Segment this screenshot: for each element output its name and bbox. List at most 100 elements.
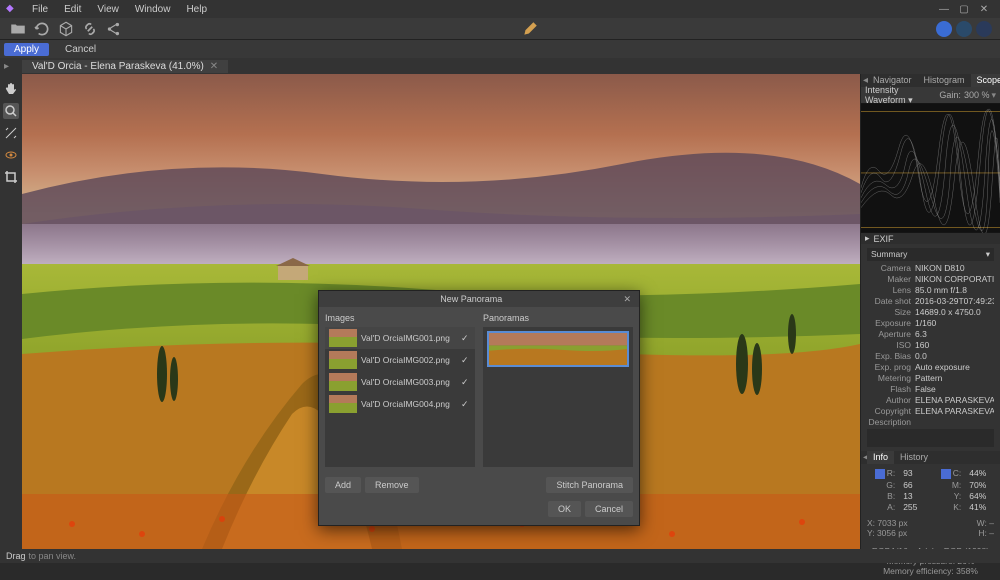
image-row[interactable]: Val'D OrciaIMG003.png✓ <box>325 371 475 393</box>
menu-window[interactable]: Window <box>127 4 179 15</box>
description-field[interactable] <box>867 429 994 447</box>
right-panels: ◂ Navigator Histogram Scope Intensity Wa… <box>860 74 1000 549</box>
info-m: 70% <box>969 480 994 490</box>
remove-button[interactable]: Remove <box>365 477 419 493</box>
exif-value: Pattern <box>915 373 994 383</box>
panorama-thumb[interactable] <box>487 331 629 367</box>
dialog-title: New Panorama <box>323 294 619 304</box>
menu-edit[interactable]: Edit <box>56 4 89 15</box>
image-row[interactable]: Val'D OrciaIMG004.png✓ <box>325 393 475 415</box>
share-icon[interactable] <box>105 20 123 38</box>
exif-row: Date shot2016-03-29T07:49:23 <box>867 296 994 306</box>
exif-row: Copyright ELENA PARASKEVA <box>867 406 994 416</box>
apply-button[interactable]: Apply <box>4 43 49 56</box>
exif-panel-header[interactable]: ▸ EXIF <box>861 233 1000 244</box>
image-thumb <box>329 373 357 391</box>
add-button[interactable]: Add <box>325 477 361 493</box>
exif-value: Auto exposure <box>915 362 994 372</box>
gain-value[interactable]: 300 % <box>964 90 990 100</box>
menu-help[interactable]: Help <box>178 4 215 15</box>
persona-liquify[interactable] <box>956 21 972 37</box>
dialog-close-icon[interactable]: ✕ <box>619 294 635 305</box>
tab-scope[interactable]: Scope <box>971 74 1000 87</box>
whitebalance-tool-icon[interactable] <box>3 125 19 141</box>
window-close[interactable]: ✕ <box>977 2 991 16</box>
info-y: 64% <box>969 491 994 501</box>
exif-key: Exp. prog <box>867 362 911 372</box>
tab-history[interactable]: History <box>894 451 934 464</box>
zoom-tool-icon[interactable] <box>3 103 19 119</box>
panoramas-list[interactable] <box>483 327 633 467</box>
exif-value: 6.3 <box>915 329 994 339</box>
status-hint: to pan view. <box>29 551 77 561</box>
toolbar <box>0 18 1000 40</box>
exif-key: Flash <box>867 384 911 394</box>
info-r: 93 <box>903 468 925 479</box>
exif-row: MakerNIKON CORPORATION <box>867 274 994 284</box>
images-list[interactable]: Val'D OrciaIMG001.png✓Val'D OrciaIMG002.… <box>325 327 475 467</box>
stitch-panorama-button[interactable]: Stitch Panorama <box>546 477 633 493</box>
info-panel: R:93 C:44% G:66 M:70% B:13 Y:64% A:255 K… <box>861 464 1000 542</box>
apply-bar: Apply Cancel <box>0 40 1000 58</box>
exif-value: 2016-03-29T07:49:23 <box>915 296 994 306</box>
exif-value: 85.0 mm f/1.8 <box>915 285 994 295</box>
image-row[interactable]: Val'D OrciaIMG001.png✓ <box>325 327 475 349</box>
dialog-titlebar[interactable]: New Panorama ✕ <box>319 291 639 307</box>
persona-photo[interactable] <box>936 21 952 37</box>
info-b: 13 <box>903 491 925 501</box>
tab-arrow-icon[interactable]: ▸ <box>4 61 9 72</box>
desc-label: Description <box>867 417 911 427</box>
menu-view[interactable]: View <box>89 4 127 15</box>
image-checkbox[interactable]: ✓ <box>461 377 471 388</box>
exif-row: Exp. prog Auto exposure <box>867 362 994 372</box>
ok-button[interactable]: OK <box>548 501 581 517</box>
close-tab-icon[interactable]: ✕ <box>210 61 218 72</box>
exif-value: 1/160 <box>915 318 994 328</box>
exif-key: Copyright <box>867 406 911 416</box>
image-filename: Val'D OrciaIMG004.png <box>361 399 461 409</box>
brush-icon[interactable] <box>521 20 539 38</box>
window-minimize[interactable]: — <box>937 2 951 16</box>
document-tabs: ▸ Val'D Orcia - Elena Paraskeva (41.0%) … <box>0 58 1000 74</box>
exif-row: Exp. Bias 0.0 <box>867 351 994 361</box>
menu-file[interactable]: File <box>24 4 56 15</box>
exif-value: 0.0 <box>915 351 994 361</box>
image-row[interactable]: Val'D OrciaIMG002.png✓ <box>325 349 475 371</box>
image-checkbox[interactable]: ✓ <box>461 399 471 410</box>
cancel-dialog-button[interactable]: Cancel <box>585 501 633 517</box>
status-bar: Drag to pan view. <box>0 549 1000 563</box>
image-checkbox[interactable]: ✓ <box>461 333 471 344</box>
exif-key: Size <box>867 307 911 317</box>
crop-tool-icon[interactable] <box>3 169 19 185</box>
exif-row: CameraNIKON D810 <box>867 263 994 273</box>
gain-down-icon[interactable]: ▾ <box>991 90 996 101</box>
exif-value: NIKON D810 <box>915 263 994 273</box>
exif-key: Exposure <box>867 318 911 328</box>
exif-mode-select[interactable]: Summary▾ <box>867 248 994 261</box>
document-title: Val'D Orcia - Elena Paraskeva (41.0%) <box>32 61 204 72</box>
exif-title: EXIF <box>874 234 894 244</box>
info-h: – <box>989 528 994 538</box>
window-maximize[interactable]: ▢ <box>957 2 971 16</box>
exif-key: Lens <box>867 285 911 295</box>
exif-panel: Summary▾ CameraNIKON D810MakerNIKON CORP… <box>861 244 1000 451</box>
image-checkbox[interactable]: ✓ <box>461 355 471 366</box>
document-tab[interactable]: Val'D Orcia - Elena Paraskeva (41.0%) ✕ <box>22 60 228 73</box>
exif-row: Aperture6.3 <box>867 329 994 339</box>
cancel-button[interactable]: Cancel <box>55 43 106 56</box>
info-w: – <box>989 518 994 528</box>
image-filename: Val'D OrciaIMG003.png <box>361 377 461 387</box>
exif-row: MeteringPattern <box>867 373 994 383</box>
image-thumb <box>329 329 357 347</box>
image-thumb <box>329 351 357 369</box>
cube-icon[interactable] <box>57 20 75 38</box>
open-icon[interactable] <box>9 20 27 38</box>
redeye-tool-icon[interactable] <box>3 147 19 163</box>
exif-value: ELENA PARASKEVA <box>915 406 994 416</box>
tab-info[interactable]: Info <box>867 451 894 464</box>
hand-tool-icon[interactable] <box>3 81 19 97</box>
persona-develop[interactable] <box>976 21 992 37</box>
exif-key: Exp. Bias <box>867 351 911 361</box>
refresh-icon[interactable] <box>33 20 51 38</box>
link-icon[interactable] <box>81 20 99 38</box>
